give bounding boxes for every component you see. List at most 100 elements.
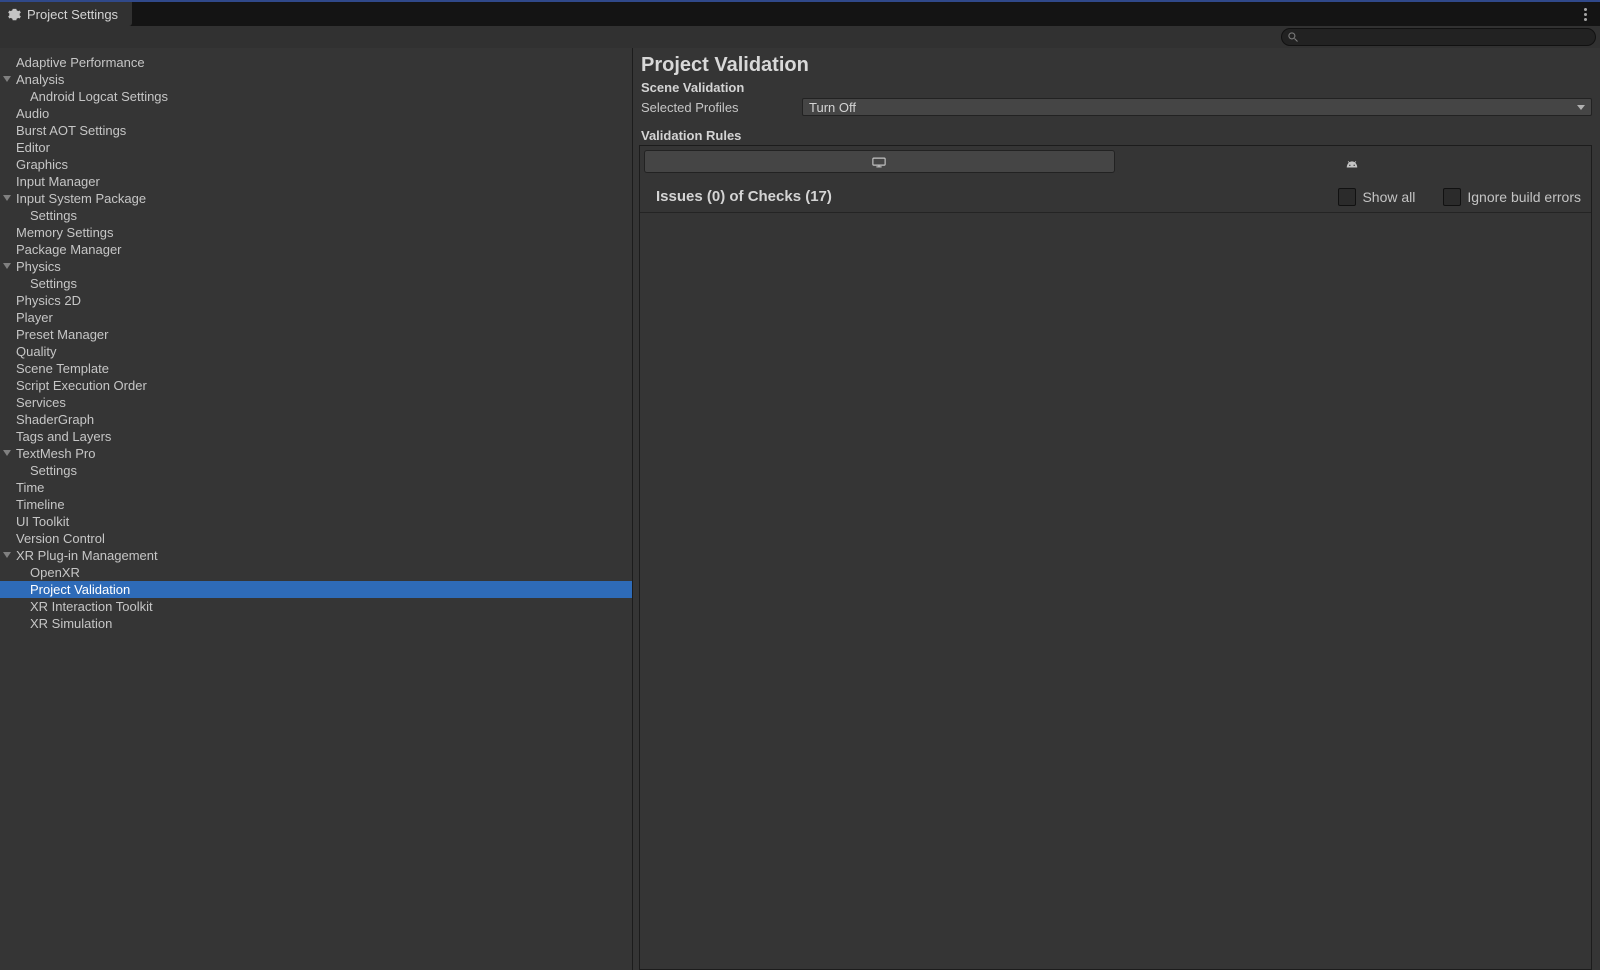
project-settings-window: Project Settings Adaptive Performance Ana… xyxy=(0,0,1600,970)
content-panel: Project Validation Scene Validation Sele… xyxy=(633,48,1600,970)
sidebar-item-label: Android Logcat Settings xyxy=(30,89,168,104)
ignore-build-errors-group: Ignore build errors xyxy=(1443,188,1581,206)
page-title: Project Validation xyxy=(639,54,1592,77)
sidebar-item[interactable]: Package Manager xyxy=(0,241,632,258)
sidebar-item-label: Memory Settings xyxy=(16,225,114,240)
toolbar xyxy=(0,26,1600,48)
show-all-checkbox[interactable] xyxy=(1338,188,1356,206)
sidebar-item[interactable]: XR Plug-in Management xyxy=(0,547,632,564)
expand-arrow-icon[interactable] xyxy=(3,76,11,82)
titlebar: Project Settings xyxy=(0,0,1600,26)
sidebar-item[interactable]: Memory Settings xyxy=(0,224,632,241)
sidebar-item[interactable]: Timeline xyxy=(0,496,632,513)
sidebar-item[interactable]: Script Execution Order xyxy=(0,377,632,394)
sidebar-item[interactable]: XR Simulation xyxy=(0,615,632,632)
sidebar-item[interactable]: TextMesh Pro xyxy=(0,445,632,462)
scene-validation-heading: Scene Validation xyxy=(639,79,1592,97)
sidebar-item-label: Tags and Layers xyxy=(16,429,111,444)
sidebar-item[interactable]: Quality xyxy=(0,343,632,360)
sidebar-item-label: Adaptive Performance xyxy=(16,55,145,70)
selected-profiles-dropdown[interactable]: Turn Off xyxy=(802,98,1592,116)
sidebar-item[interactable]: Input Manager xyxy=(0,173,632,190)
sidebar-item-label: OpenXR xyxy=(30,565,80,580)
sidebar-item-label: Editor xyxy=(16,140,50,155)
sidebar-item[interactable]: UI Toolkit xyxy=(0,513,632,530)
issues-title: Issues (0) of Checks (17) xyxy=(656,188,1310,205)
sidebar-item-label: Burst AOT Settings xyxy=(16,123,126,138)
sidebar-item-label: Physics 2D xyxy=(16,293,81,308)
sidebar-item[interactable]: Scene Template xyxy=(0,360,632,377)
sidebar-item-label: TextMesh Pro xyxy=(16,446,95,461)
sidebar-item[interactable]: Adaptive Performance xyxy=(0,54,632,71)
selected-profiles-row: Selected Profiles Turn Off xyxy=(639,97,1592,117)
gear-icon xyxy=(8,8,21,21)
window-tab-title: Project Settings xyxy=(27,7,118,22)
platform-tab-standalone[interactable] xyxy=(644,150,1115,173)
sidebar-item[interactable]: Version Control xyxy=(0,530,632,547)
sidebar-item-label: Settings xyxy=(30,276,77,291)
ignore-build-errors-label: Ignore build errors xyxy=(1467,189,1581,205)
sidebar-item-label: Input System Package xyxy=(16,191,146,206)
sidebar-item-label: XR Plug-in Management xyxy=(16,548,158,563)
sidebar-item-label: Script Execution Order xyxy=(16,378,147,393)
sidebar-item[interactable]: Physics xyxy=(0,258,632,275)
show-all-group: Show all xyxy=(1338,188,1415,206)
validation-rules-heading: Validation Rules xyxy=(639,127,1592,145)
sidebar-item-label: ShaderGraph xyxy=(16,412,94,427)
sidebar-item[interactable]: Project Validation xyxy=(0,581,632,598)
sidebar-item-label: Scene Template xyxy=(16,361,109,376)
issues-list xyxy=(640,212,1591,969)
sidebar-item[interactable]: XR Interaction Toolkit xyxy=(0,598,632,615)
sidebar-item[interactable]: Audio xyxy=(0,105,632,122)
sidebar-item[interactable]: Settings xyxy=(0,462,632,479)
sidebar-item[interactable]: Time xyxy=(0,479,632,496)
sidebar-item[interactable]: Player xyxy=(0,309,632,326)
platform-tab-android[interactable] xyxy=(1117,150,1588,173)
sidebar-item[interactable]: Burst AOT Settings xyxy=(0,122,632,139)
sidebar-item-label: Preset Manager xyxy=(16,327,109,342)
sidebar-item-label: Quality xyxy=(16,344,56,359)
platform-tabs xyxy=(644,150,1587,173)
sidebar-item[interactable]: Input System Package xyxy=(0,190,632,207)
sidebar-item[interactable]: Graphics xyxy=(0,156,632,173)
sidebar-item-label: Settings xyxy=(30,208,77,223)
sidebar-item[interactable]: ShaderGraph xyxy=(0,411,632,428)
sidebar-item-label: Player xyxy=(16,310,53,325)
sidebar-item-label: Analysis xyxy=(16,72,64,87)
sidebar-item[interactable]: Preset Manager xyxy=(0,326,632,343)
sidebar-item[interactable]: Settings xyxy=(0,275,632,292)
sidebar-item[interactable]: Tags and Layers xyxy=(0,428,632,445)
sidebar-item-label: Physics xyxy=(16,259,61,274)
sidebar-item[interactable]: Services xyxy=(0,394,632,411)
issues-header: Issues (0) of Checks (17) Show all Ignor… xyxy=(640,181,1591,212)
expand-arrow-icon[interactable] xyxy=(3,552,11,558)
sidebar-item-label: Package Manager xyxy=(16,242,122,257)
window-tab[interactable]: Project Settings xyxy=(0,2,132,26)
sidebar-item-label: Settings xyxy=(30,463,77,478)
expand-arrow-icon[interactable] xyxy=(3,263,11,269)
search-input[interactable] xyxy=(1281,28,1596,46)
sidebar-item-label: Project Validation xyxy=(30,582,130,597)
sidebar-item[interactable]: OpenXR xyxy=(0,564,632,581)
sidebar-item[interactable]: Physics 2D xyxy=(0,292,632,309)
sidebar-item[interactable]: Editor xyxy=(0,139,632,156)
body: Adaptive Performance Analysis Android Logc… xyxy=(0,48,1600,970)
expand-arrow-icon[interactable] xyxy=(3,450,11,456)
sidebar-item[interactable]: Android Logcat Settings xyxy=(0,88,632,105)
ignore-build-errors-checkbox[interactable] xyxy=(1443,188,1461,206)
search-wrap xyxy=(1281,28,1596,46)
settings-sidebar: Adaptive Performance Analysis Android Logc… xyxy=(0,48,633,970)
sidebar-item[interactable]: Analysis xyxy=(0,71,632,88)
sidebar-item-label: Graphics xyxy=(16,157,68,172)
sidebar-item-label: Version Control xyxy=(16,531,105,546)
sidebar-item-label: Timeline xyxy=(16,497,65,512)
sidebar-item[interactable]: Settings xyxy=(0,207,632,224)
monitor-icon xyxy=(872,156,886,167)
expand-arrow-icon[interactable] xyxy=(3,195,11,201)
show-all-label: Show all xyxy=(1362,189,1415,205)
selected-profiles-label: Selected Profiles xyxy=(641,100,796,115)
validation-rules-panel: Issues (0) of Checks (17) Show all Ignor… xyxy=(639,145,1592,970)
window-menu-button[interactable] xyxy=(1576,2,1600,26)
sidebar-item-label: XR Simulation xyxy=(30,616,112,631)
selected-profiles-value: Turn Off xyxy=(809,100,856,115)
